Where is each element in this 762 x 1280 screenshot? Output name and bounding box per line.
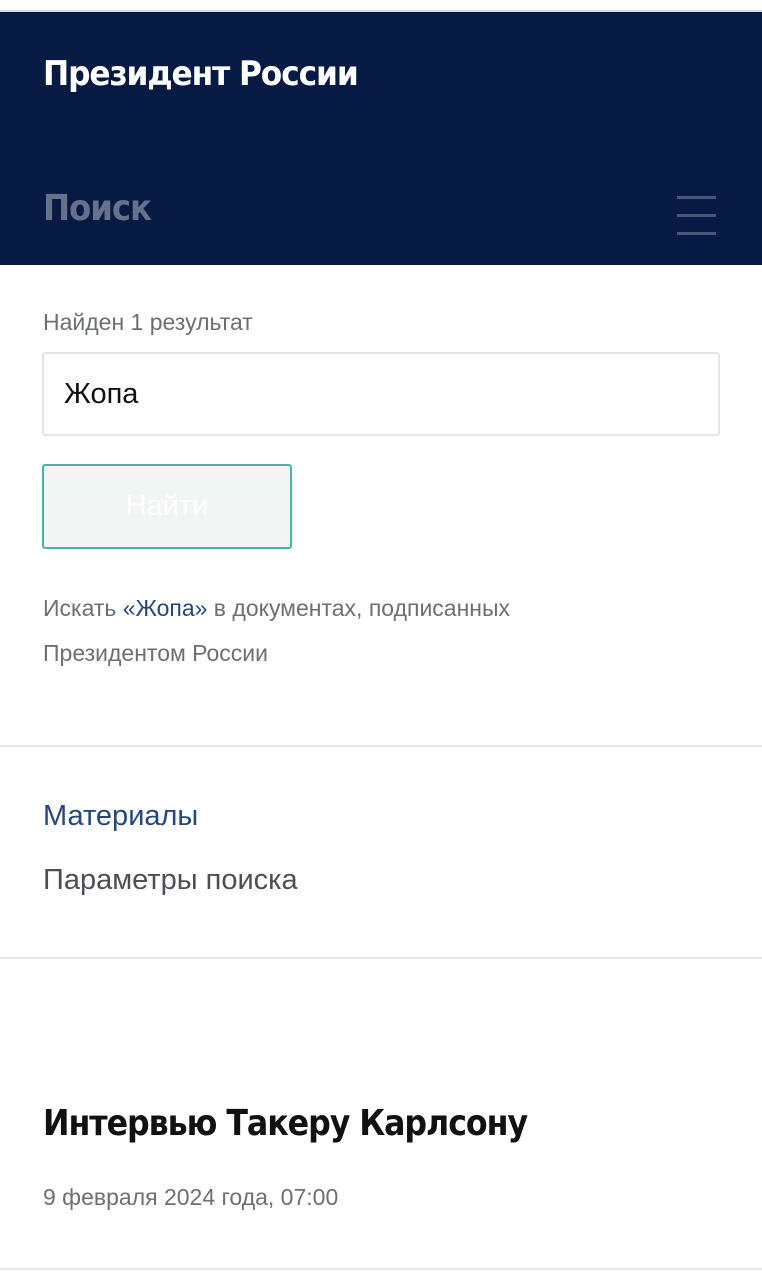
result-title[interactable]: Интервью Такеру Карлсону: [43, 1103, 528, 1144]
search-input[interactable]: [42, 352, 720, 436]
menu-line: [677, 196, 716, 199]
divider: [0, 957, 762, 959]
search-button[interactable]: Найти: [42, 464, 292, 549]
tab-search-params[interactable]: Параметры поиска: [43, 864, 298, 897]
site-header: Президент России Поиск: [0, 12, 762, 265]
search-in-documents-link[interactable]: «Жопа»: [123, 595, 208, 621]
result-date: 9 февраля 2024 года, 07:00: [43, 1184, 339, 1210]
page: Президент России Поиск Найден 1 результа…: [0, 0, 762, 1280]
results-count: Найден 1 результат: [43, 309, 253, 335]
hamburger-menu-icon[interactable]: [672, 190, 720, 242]
page-title: Поиск: [43, 188, 152, 229]
search-in-documents-text-line2: Президентом России: [43, 640, 269, 666]
docs-prefix: Искать: [43, 595, 123, 621]
menu-line: [677, 232, 716, 235]
divider: [0, 745, 762, 747]
divider: [0, 1268, 762, 1270]
docs-suffix: в документах, подписанных: [207, 595, 511, 621]
tab-materials[interactable]: Материалы: [43, 800, 198, 833]
search-in-documents-text: Искать «Жопа» в документах, подписанных: [43, 593, 743, 623]
site-title[interactable]: Президент России: [43, 54, 359, 94]
menu-line: [677, 214, 716, 217]
browser-top-strip: [0, 0, 762, 12]
